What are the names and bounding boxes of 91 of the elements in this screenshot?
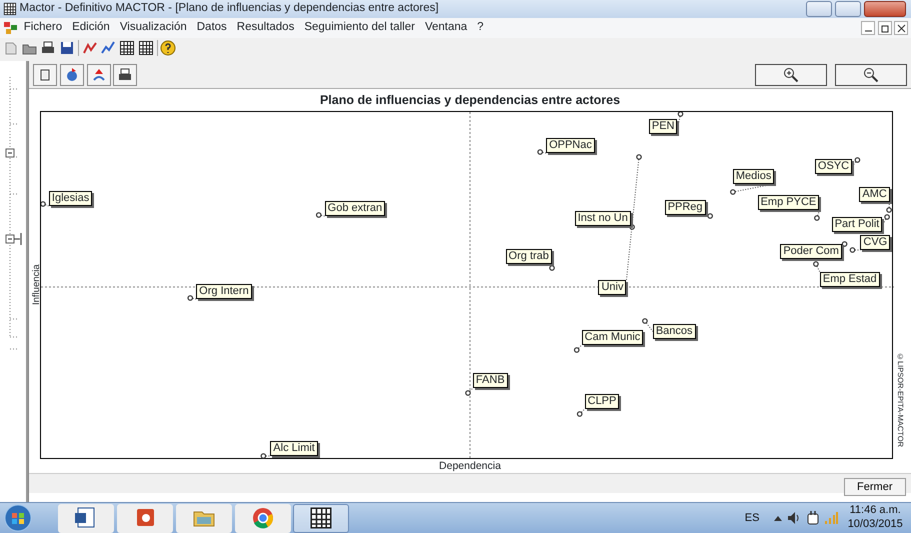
actor-label: Poder Com — [780, 244, 842, 259]
actor-label: CLPP — [584, 394, 620, 409]
point-marker — [187, 294, 194, 301]
leader-line — [579, 408, 586, 414]
actor-label: Univ — [598, 280, 626, 295]
app-icon — [2, 21, 19, 35]
minimize-button[interactable] — [806, 1, 832, 17]
leader-line — [882, 216, 888, 225]
grid-icon[interactable] — [119, 40, 135, 56]
help-icon[interactable] — [160, 40, 176, 56]
close-icon[interactable] — [895, 22, 908, 35]
actor-label: OPPNac — [546, 138, 595, 153]
point-marker — [850, 246, 856, 253]
menu-item[interactable]: Visualización — [114, 19, 192, 37]
actor-label: Emp PYCE — [758, 194, 820, 210]
arrows-icon — [90, 66, 106, 83]
toolbar-button[interactable] — [33, 64, 57, 86]
point-marker — [854, 156, 860, 163]
actor-label: Medios — [732, 168, 774, 184]
actor-label: Part Polit — [832, 216, 882, 232]
zoom-in-button[interactable] — [754, 64, 827, 86]
point-marker — [642, 318, 648, 324]
toolbar-button[interactable] — [86, 64, 110, 86]
printer-icon — [117, 66, 134, 83]
point-marker — [549, 264, 555, 271]
actor-label: OSYC — [814, 158, 852, 174]
menu-item[interactable]: Datos — [192, 19, 232, 37]
zoom-out-icon — [863, 66, 879, 83]
actor-label: Cam Munic — [582, 330, 644, 345]
clock-time[interactable]: 11:46 a.m. — [848, 504, 903, 518]
zoom-in-icon — [782, 66, 799, 83]
point-marker — [465, 390, 471, 396]
menu-item[interactable]: Resultados — [232, 19, 300, 37]
close-button[interactable] — [864, 1, 906, 17]
actor-label: Emp Estad — [820, 272, 880, 287]
chart-icon[interactable] — [100, 40, 116, 56]
leader-line — [888, 201, 890, 210]
toolbar-button[interactable] — [60, 64, 84, 86]
grid-icon — [309, 506, 334, 530]
window-title: Mactor - Definitivo MACTOR - [Plano de influencias y dependencias entre actores] — [20, 1, 440, 16]
menu-item[interactable]: Edición — [67, 19, 115, 37]
language-indicator[interactable]: ES — [744, 510, 760, 526]
plug-icon[interactable] — [804, 510, 821, 526]
point-marker — [814, 214, 820, 221]
close-button[interactable]: Fermer — [844, 478, 906, 496]
actor-label: Iglesias — [48, 190, 92, 206]
leader-line — [644, 320, 654, 332]
actor-label: Bancos — [652, 324, 696, 339]
actor-label: PPReg — [664, 200, 706, 215]
taskbar-button[interactable] — [293, 504, 350, 532]
clock-date[interactable]: 10/03/2015 — [848, 518, 903, 532]
point-marker — [678, 112, 684, 117]
point-marker — [842, 240, 848, 247]
point-marker — [813, 260, 819, 267]
actor-label: Gob extran — [324, 200, 386, 216]
actor-label: PEN — [648, 118, 678, 134]
zoom-out-button[interactable] — [835, 64, 907, 86]
axis-label: Dependencia — [439, 458, 501, 473]
start-button[interactable] — [2, 503, 33, 533]
chart-icon[interactable] — [82, 40, 98, 56]
grid-icon — [2, 2, 17, 16]
menu-item[interactable]: Seguimiento del taller — [299, 19, 420, 37]
point-marker — [707, 212, 713, 219]
circle-icon — [250, 506, 274, 530]
chart-title: Plano de influencias y dependencias entre actores — [318, 92, 622, 109]
printer-icon[interactable] — [40, 40, 56, 56]
point-marker — [576, 410, 582, 417]
point-marker — [636, 154, 642, 160]
menu-item[interactable]: Fichero — [18, 19, 68, 37]
actor-label: Inst no Un — [574, 210, 631, 226]
point-marker — [730, 188, 736, 195]
point-marker — [316, 212, 322, 218]
menu-item[interactable]: Ventana — [420, 19, 472, 37]
leader-line — [468, 387, 474, 394]
menu-item[interactable]: ? — [472, 19, 489, 37]
taskbar-button[interactable] — [58, 504, 114, 532]
actor-label: AMC — [859, 186, 890, 202]
point-marker — [574, 346, 580, 353]
point-marker — [537, 148, 543, 155]
actor-label: FANB — [472, 372, 508, 388]
leader-line — [576, 344, 582, 350]
grid-icon[interactable] — [138, 40, 154, 56]
toolbar-button[interactable] — [113, 64, 138, 86]
point-marker — [260, 452, 266, 459]
point-marker — [41, 200, 46, 207]
actor-label: Alc Limit — [270, 440, 318, 456]
actor-label: Org Intern — [196, 284, 252, 299]
actor-label: CVG — [860, 234, 890, 250]
maximize-button[interactable] — [834, 1, 861, 17]
actor-label: Org trab — [506, 248, 552, 264]
axis-label: Influencia — [30, 263, 40, 308]
